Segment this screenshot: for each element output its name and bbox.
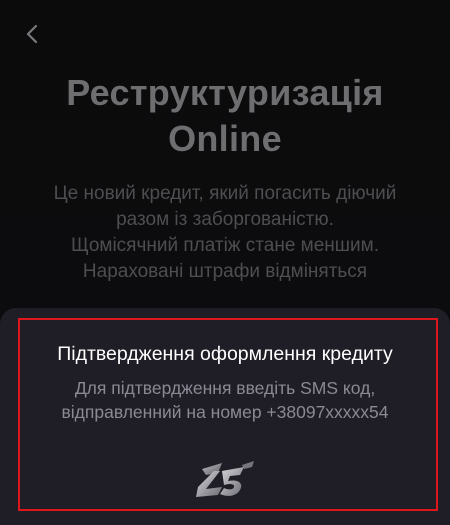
confirmation-text: Для підтвердження введіть SMS код, відпр… xyxy=(20,376,430,424)
page-description: Це новий кредит, який погасить діючий ра… xyxy=(20,181,430,285)
confirmation-title: Підтвердження оформлення кредиту xyxy=(57,343,393,365)
description-line-4: Нараховані штрафи відміняться xyxy=(82,261,368,282)
loading-logo-icon xyxy=(192,457,258,501)
page-title-line-2: Online xyxy=(168,118,282,159)
page-title-line-1: Реструктуризація xyxy=(66,72,384,113)
description-line-2: разом із заборгованістю. xyxy=(116,209,334,230)
confirmation-text-line-1: Для підтвердження введіть SMS код, xyxy=(74,378,376,398)
confirmation-text-line-2: відправленний на номер +38097xxxxx54 xyxy=(61,402,389,422)
description-line-3: Щомісячний платіж стане меншим. xyxy=(71,235,379,256)
description-line-1: Це новий кредит, який погасить діючий xyxy=(53,183,397,204)
back-button[interactable] xyxy=(18,20,46,48)
page-title: Реструктуризація Online xyxy=(0,70,450,162)
screen: Реструктуризація Online Це новий кредит,… xyxy=(0,0,450,525)
chevron-left-icon xyxy=(26,24,38,44)
